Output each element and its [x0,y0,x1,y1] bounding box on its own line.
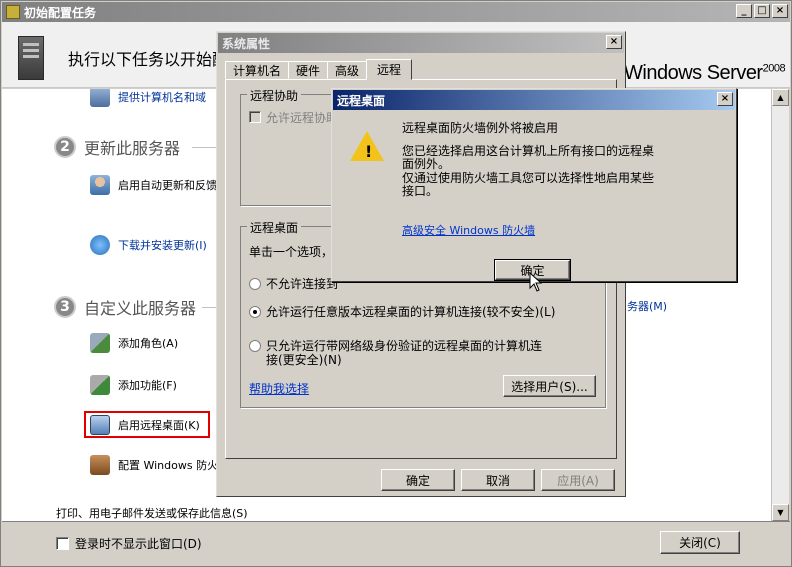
radio-button[interactable] [249,340,261,352]
remote-assist-checkbox[interactable]: 允许远程协助 [249,111,338,125]
sysprops-cancel-button[interactable]: 取消 [461,469,535,491]
close-button[interactable]: 关闭(C) [660,531,740,554]
sysprops-title: 系统属性 [222,36,271,51]
minimize-icon[interactable]: _ [736,4,752,18]
rd-option-any-version[interactable]: 允许运行任意版本远程桌面的计算机连接(较不安全)(L) [249,305,555,319]
footer-bar: 登录时不显示此窗口(D) 关闭(C) [2,521,790,565]
sysprops-title-bar[interactable]: 系统属性 × [218,33,624,53]
checkbox-box[interactable] [56,537,69,550]
warning-exclamation: ! [365,142,373,161]
advanced-firewall-link[interactable]: 高级安全 Windows 防火墙 [402,222,535,238]
task-configure-firewall[interactable]: 配置 Windows 防火 [90,455,218,475]
section-customize: 3 自定义此服务器 [54,295,196,319]
tab-computer-name[interactable]: 计算机名 [225,61,290,79]
brand-logo: Windows Server2008 [624,62,786,85]
window-controls: × [606,35,622,49]
header-text: 执行以下任务以开始配 [68,50,229,69]
vertical-scrollbar[interactable]: ▲ ▼ [771,89,789,521]
firewall-icon [90,455,110,475]
task-auto-update[interactable]: 启用自动更新和反馈 [90,175,217,195]
sysprops-ok-button[interactable]: 确定 [381,469,455,491]
tab-hardware[interactable]: 硬件 [288,61,329,79]
select-users-button[interactable]: 选择用户(S)... [503,375,596,397]
rd-option-deny[interactable]: 不允许连接到 [249,277,338,291]
globe-icon [90,235,110,255]
main-title-bar[interactable]: 初始配置任务 _ □ × [2,2,790,22]
brand-name: Windows Server [624,62,763,84]
section-title: 更新此服务器 [84,139,181,158]
add-roles-icon [90,333,110,353]
checkbox-box[interactable] [249,111,261,123]
close-icon[interactable]: × [717,92,733,106]
section-title: 自定义此服务器 [84,299,197,318]
scroll-up-icon[interactable]: ▲ [772,89,789,106]
tab-remote[interactable]: 远程 [366,59,413,80]
remote-desktop-alert: 远程桌面 × ! 远程桌面防火墙例外将被启用 您已经选择启用这台计算机上所有接口… [331,88,737,282]
print-email-save-link[interactable]: 打印、用电子邮件发送或保存此信息(S) [56,505,248,521]
alert-title-bar[interactable]: 远程桌面 × [333,90,735,110]
section-number: 2 [54,136,76,158]
maximize-icon[interactable]: □ [754,4,770,18]
users-icon [90,175,110,195]
dont-show-checkbox[interactable]: 登录时不显示此窗口(D) [56,535,202,552]
window-controls: _ □ × [736,4,788,18]
rd-prompt: 单击一个选项， [249,245,334,259]
alert-line-3: 仅通过使用防火墙工具您可以选择性地启用某些接口。 [402,171,655,198]
alert-line-2: 您已经选择启用这台计算机上所有接口的远程桌面例外。 [402,144,655,171]
task-add-features[interactable]: 添加功能(F) [90,375,177,395]
radio-button-selected[interactable] [249,306,261,318]
section-update: 2 更新此服务器 [54,135,180,159]
window-controls: × [717,92,733,106]
scroll-down-icon[interactable]: ▼ [772,504,789,521]
task-computer-name[interactable]: 提供计算机名和域 [90,89,206,107]
main-window-title: 初始配置任务 [24,5,97,20]
task-partial-right[interactable]: 务器(M) [627,298,667,314]
close-icon[interactable]: × [772,4,788,18]
task-download-updates[interactable]: 下载并安装更新(I) [90,235,207,255]
mouse-cursor-icon [529,272,543,292]
alert-line-1: 远程桌面防火墙例外将被启用 [402,121,559,135]
tab-advanced[interactable]: 高级 [327,61,368,79]
remote-desktop-highlight [84,411,210,438]
close-icon[interactable]: × [606,35,622,49]
alert-title: 远程桌面 [337,93,386,108]
add-features-icon [90,375,110,395]
sysprops-apply-button[interactable]: 应用(A) [541,469,615,491]
help-me-choose-link[interactable]: 帮助我选择 [249,380,309,397]
app-icon [6,5,20,19]
rd-option-nla[interactable]: 只允许运行带网络级身份验证的远程桌面的计算机连接(更安全)(N) [249,339,549,367]
section-number: 3 [54,296,76,318]
radio-button[interactable] [249,278,261,290]
server-icon [18,36,44,80]
task-add-roles[interactable]: 添加角色(A) [90,333,178,353]
network-icon [90,89,110,107]
brand-version: 2008 [762,62,786,75]
sysprops-tabs: 计算机名 硬件 高级 远程 [225,59,413,80]
